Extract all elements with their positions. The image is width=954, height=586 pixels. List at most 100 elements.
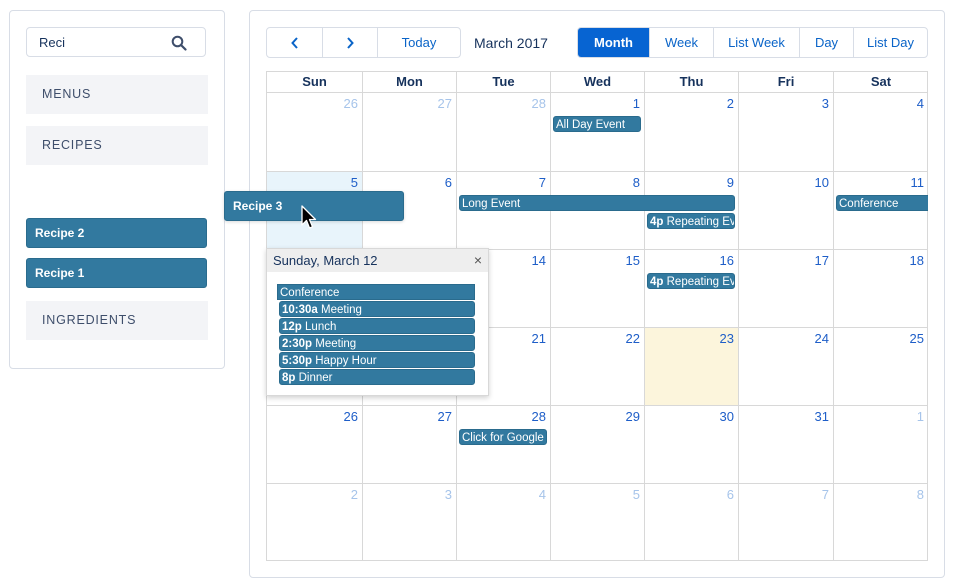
search-input[interactable] xyxy=(39,33,169,51)
event-title: Repeating Event xyxy=(666,276,735,288)
today-button[interactable]: Today xyxy=(377,28,460,57)
day-cell[interactable]: 8 xyxy=(833,483,928,561)
day-number[interactable]: 22 xyxy=(626,331,640,346)
recipe-item[interactable]: Recipe 1 xyxy=(26,258,207,288)
day-cell[interactable]: 22 xyxy=(550,327,644,405)
day-cell[interactable]: 10 xyxy=(738,171,833,249)
day-cell[interactable]: 3 xyxy=(738,92,833,171)
day-number[interactable]: 26 xyxy=(344,96,358,111)
day-cell[interactable]: 27 xyxy=(362,92,456,171)
day-number[interactable]: 3 xyxy=(445,487,452,502)
calendar-event[interactable]: Click for Google xyxy=(459,429,547,445)
day-number[interactable]: 27 xyxy=(438,96,452,111)
chevron-left-icon xyxy=(290,36,298,49)
next-button[interactable] xyxy=(322,28,377,57)
day-number[interactable]: 1 xyxy=(633,96,640,111)
day-number[interactable]: 7 xyxy=(539,175,546,190)
search-box[interactable] xyxy=(26,27,206,57)
day-number[interactable]: 2 xyxy=(351,487,358,502)
prev-button[interactable] xyxy=(267,28,322,57)
close-icon[interactable]: × xyxy=(474,249,482,272)
day-cell[interactable]: 24 xyxy=(738,327,833,405)
day-number[interactable]: 15 xyxy=(626,253,640,268)
day-cell[interactable]: 5 xyxy=(550,483,644,561)
day-number[interactable]: 30 xyxy=(720,409,734,424)
day-number[interactable]: 6 xyxy=(727,487,734,502)
day-cell[interactable]: 2 xyxy=(267,483,362,561)
day-number[interactable]: 31 xyxy=(815,409,829,424)
section-recipes[interactable]: RECIPES xyxy=(26,126,208,165)
day-cell[interactable]: 3 xyxy=(362,483,456,561)
day-number[interactable]: 29 xyxy=(626,409,640,424)
day-cell[interactable]: 2 xyxy=(644,92,738,171)
calendar-event[interactable]: 4p Repeating Event xyxy=(647,213,735,229)
popover-event[interactable]: 5:30p Happy Hour xyxy=(279,352,475,368)
day-cell[interactable]: 26 xyxy=(267,92,362,171)
day-number[interactable]: 14 xyxy=(532,253,546,268)
day-number[interactable]: 5 xyxy=(633,487,640,502)
day-cell[interactable]: 7 xyxy=(738,483,833,561)
day-number[interactable]: 4 xyxy=(539,487,546,502)
event-title: Long Event xyxy=(462,198,521,210)
weekday-header: Fri xyxy=(738,72,833,92)
popover-event[interactable]: 10:30a Meeting xyxy=(279,301,475,317)
day-number[interactable]: 7 xyxy=(822,487,829,502)
search-icon[interactable] xyxy=(171,35,187,51)
day-number[interactable]: 26 xyxy=(344,409,358,424)
day-number[interactable]: 5 xyxy=(351,175,358,190)
calendar-event[interactable]: Long Event xyxy=(459,195,735,211)
day-number[interactable]: 17 xyxy=(815,253,829,268)
day-cell[interactable]: 29 xyxy=(550,405,644,483)
section-menus[interactable]: MENUS xyxy=(26,75,208,114)
day-cell[interactable]: 23 xyxy=(644,327,738,405)
day-number[interactable]: 25 xyxy=(910,331,924,346)
day-number[interactable]: 10 xyxy=(815,175,829,190)
day-cell[interactable]: 30 xyxy=(644,405,738,483)
day-cell[interactable]: 4 xyxy=(833,92,928,171)
popover-event[interactable]: 8p Dinner xyxy=(279,369,475,385)
day-number[interactable]: 16 xyxy=(720,253,734,268)
day-popover: Sunday, March 12 × Conference 10:30a Meet… xyxy=(266,248,489,396)
day-cell[interactable]: 6 xyxy=(644,483,738,561)
day-number[interactable]: 28 xyxy=(532,96,546,111)
view-list-week-button[interactable]: List Week xyxy=(713,28,799,57)
day-number[interactable]: 28 xyxy=(532,409,546,424)
day-cell[interactable]: 27 xyxy=(362,405,456,483)
popover-event[interactable]: 12p Lunch xyxy=(279,318,475,334)
day-cell[interactable]: 26 xyxy=(267,405,362,483)
day-number[interactable]: 8 xyxy=(633,175,640,190)
event-time: 4p xyxy=(650,216,664,228)
day-cell[interactable]: 25 xyxy=(833,327,928,405)
day-number[interactable]: 18 xyxy=(910,253,924,268)
day-number[interactable]: 11 xyxy=(911,175,925,190)
day-cell[interactable]: 31 xyxy=(738,405,833,483)
view-day-button[interactable]: Day xyxy=(799,28,853,57)
day-cell[interactable]: 1 xyxy=(833,405,928,483)
day-number[interactable]: 27 xyxy=(438,409,452,424)
section-ingredients[interactable]: INGREDIENTS xyxy=(26,301,208,340)
popover-event[interactable]: Conference xyxy=(277,284,475,300)
day-cell[interactable]: 4 xyxy=(456,483,550,561)
day-number[interactable]: 9 xyxy=(727,175,734,190)
day-number[interactable]: 4 xyxy=(917,96,924,111)
view-month-button[interactable]: Month xyxy=(578,28,649,57)
recipe-item[interactable]: Recipe 2 xyxy=(26,218,207,248)
day-cell[interactable]: 17 xyxy=(738,249,833,327)
day-number[interactable]: 23 xyxy=(720,331,734,346)
popover-event[interactable]: 2:30p Meeting xyxy=(279,335,475,351)
day-number[interactable]: 3 xyxy=(822,96,829,111)
day-cell[interactable]: 15 xyxy=(550,249,644,327)
day-number[interactable]: 21 xyxy=(532,331,546,346)
view-week-button[interactable]: Week xyxy=(649,28,713,57)
day-number[interactable]: 8 xyxy=(917,487,924,502)
day-number[interactable]: 1 xyxy=(917,409,924,424)
view-list-day-button[interactable]: List Day xyxy=(853,28,927,57)
day-number[interactable]: 2 xyxy=(727,96,734,111)
calendar-event[interactable]: All Day Event xyxy=(553,116,641,132)
calendar-event[interactable]: 4p Repeating Event xyxy=(647,273,735,289)
day-cell[interactable]: 28 xyxy=(456,92,550,171)
day-number[interactable]: 6 xyxy=(445,175,452,190)
day-cell[interactable]: 18 xyxy=(833,249,928,327)
calendar-event[interactable]: Conference xyxy=(836,195,928,211)
day-number[interactable]: 24 xyxy=(815,331,829,346)
